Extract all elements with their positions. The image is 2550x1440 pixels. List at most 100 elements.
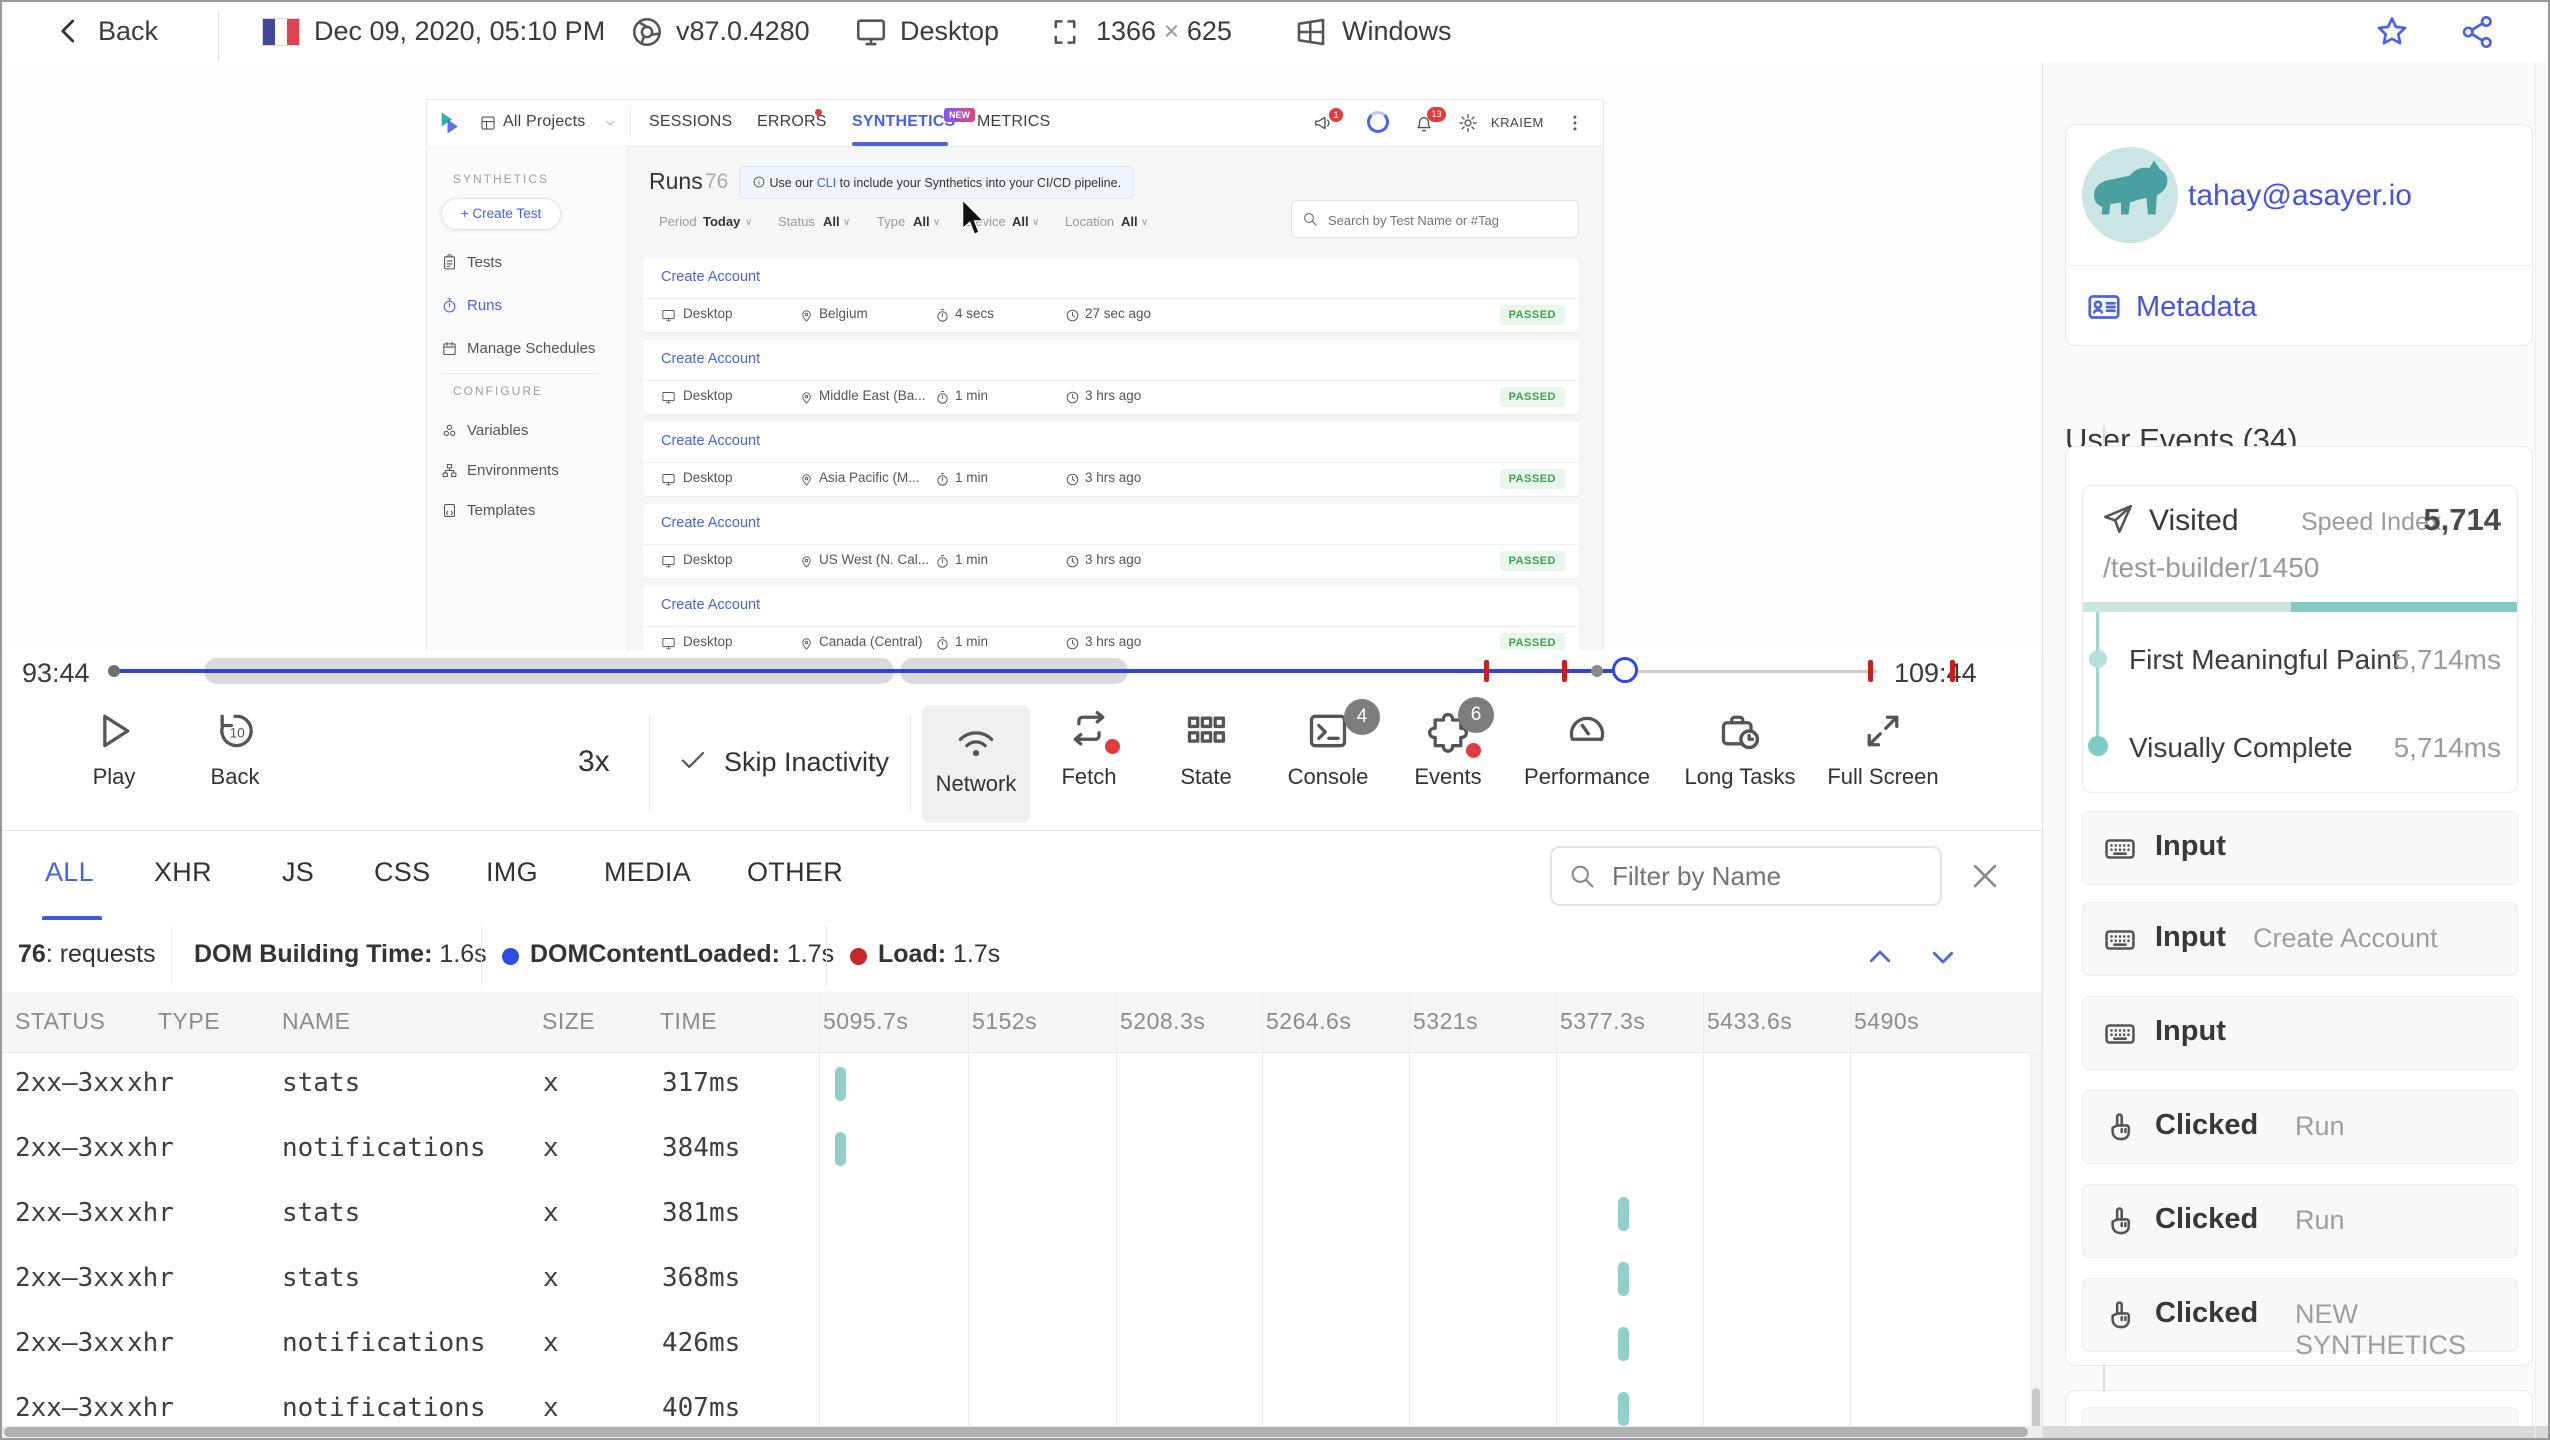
star-icon[interactable]	[2374, 14, 2410, 50]
run-name[interactable]: Create Account	[661, 433, 760, 449]
run-name[interactable]: Create Account	[661, 515, 760, 531]
user-card: tahay@asayer.io Metadata	[2065, 124, 2533, 346]
tab-other[interactable]: OTHER	[747, 857, 843, 888]
toggle-full-screen[interactable]: Full Screen	[1813, 709, 1953, 790]
visually-complete-dot	[2088, 736, 2108, 756]
event-item-input[interactable]: Input Create Account	[2082, 902, 2518, 976]
error-marker[interactable]	[1868, 660, 1873, 682]
event-item-input[interactable]: Input	[2082, 811, 2518, 885]
horizontal-scrollbar-thumb[interactable]	[4, 1427, 2028, 1437]
close-panel-icon[interactable]	[1968, 859, 2002, 893]
tab-all-active[interactable]: ALL	[45, 857, 94, 888]
table-scrollbar-thumb[interactable]	[2032, 1388, 2040, 1430]
back-button[interactable]	[54, 14, 84, 53]
banner-text-post: to include your Synthetics into your CI/…	[836, 176, 1122, 190]
skip-inactivity-toggle[interactable]	[678, 745, 708, 780]
metadata-button[interactable]: Metadata	[2136, 291, 2257, 324]
error-marker[interactable]	[1562, 660, 1567, 682]
sidebar-item-tests[interactable]: Tests	[467, 254, 502, 271]
share-icon[interactable]	[2460, 14, 2496, 50]
jump-next-icon[interactable]	[1927, 942, 1959, 972]
table-scrollbar-track[interactable]	[2030, 1052, 2042, 1430]
toggle-performance[interactable]: Performance	[1517, 709, 1657, 790]
toggle-long-tasks[interactable]: Long Tasks	[1670, 709, 1810, 790]
timeline-track-remaining[interactable]	[1626, 669, 1877, 673]
filter-box[interactable]	[1550, 846, 1942, 906]
play-button[interactable]: Play	[54, 709, 174, 790]
filter-status-value[interactable]: All	[823, 214, 840, 229]
filter-period-value[interactable]: Today	[703, 214, 740, 229]
error-marker[interactable]	[1950, 660, 1955, 682]
sidebar-item-schedules[interactable]: Manage Schedules	[467, 340, 595, 357]
network-request-row[interactable]: 2xx–3xx xhr notifications x 426ms	[2, 1312, 2042, 1377]
user-menu[interactable]: KRAIEM	[1491, 115, 1544, 130]
filter-location-value[interactable]: All	[1121, 214, 1138, 229]
app-search-input[interactable]	[1326, 202, 1570, 238]
jump-prev-icon[interactable]	[1864, 942, 1896, 972]
sidebar-item-variables[interactable]: Variables	[467, 422, 528, 439]
kebab-menu-icon[interactable]	[1565, 112, 1585, 134]
tab-sessions[interactable]: SESSIONS	[649, 113, 732, 131]
event-item-clicked[interactable]: Clicked Run	[2082, 1184, 2518, 1258]
toggle-events[interactable]: 6 Events	[1388, 697, 1508, 790]
tab-img[interactable]: IMG	[486, 857, 538, 888]
tab-css[interactable]: CSS	[374, 857, 430, 888]
run-duration: 1 min	[955, 552, 989, 567]
filter-input[interactable]	[1610, 852, 1924, 900]
skip-inactivity-label[interactable]: Skip Inactivity	[724, 747, 889, 778]
run-card[interactable]: Create Account Desktop Asia Pacific (M..…	[643, 422, 1579, 496]
req-time: 426ms	[662, 1328, 741, 1358]
req-status: 2xx–3xx	[15, 1328, 125, 1358]
toggle-state[interactable]: State	[1146, 709, 1266, 790]
event-item-clicked[interactable]: Clicked Run	[2082, 1090, 2518, 1164]
gear-icon[interactable]	[1457, 112, 1479, 134]
error-marker[interactable]	[1484, 660, 1489, 682]
sidebar-scrollbar-track[interactable]	[2535, 62, 2536, 1438]
run-name[interactable]: Create Account	[661, 597, 760, 613]
sidebar-item-environments[interactable]: Environments	[467, 462, 559, 479]
run-card[interactable]: Create Account Desktop US West (N. Cal..…	[643, 504, 1579, 578]
app-search-box[interactable]	[1291, 200, 1579, 238]
req-name: notifications	[282, 1328, 486, 1358]
tab-xhr[interactable]: XHR	[154, 857, 212, 888]
event-item-clicked[interactable]: Clicked NEW SYNTHETICS	[2082, 1278, 2518, 1360]
network-request-row[interactable]: 2xx–3xx xhr stats x 381ms	[2, 1182, 2042, 1247]
filter-device-value[interactable]: All	[1012, 214, 1029, 229]
user-email[interactable]: tahay@asayer.io	[2188, 179, 2412, 213]
network-request-row[interactable]: 2xx–3xx xhr stats x 368ms	[2, 1247, 2042, 1312]
speed-toggle[interactable]: 3x	[578, 745, 610, 779]
visited-url[interactable]: /test-builder/1450	[2103, 552, 2319, 584]
tab-synthetics-active[interactable]: SYNTHETICS	[852, 113, 955, 131]
run-name[interactable]: Create Account	[661, 351, 760, 367]
stopwatch-icon	[937, 637, 948, 650]
visited-event-card[interactable]: Visited Speed Index 5,714 /test-builder/…	[2082, 485, 2518, 793]
back-10-button[interactable]: 10 Back	[175, 709, 295, 790]
toggle-network-active[interactable]: Network	[922, 705, 1030, 823]
sidebar-item-templates[interactable]: Templates	[467, 502, 535, 519]
timeline-progress[interactable]	[113, 669, 1626, 673]
card-divider	[2066, 265, 2532, 266]
toggle-console[interactable]: 4 Console	[1268, 699, 1388, 790]
schedules-icon	[443, 341, 456, 356]
project-selector[interactable]: All Projects	[503, 113, 585, 131]
tab-media[interactable]: MEDIA	[604, 857, 691, 888]
player-controls: Play 10 Back 3x Skip Inactivity Network	[2, 697, 2042, 830]
banner-cli-link[interactable]: CLI	[817, 176, 836, 190]
run-card[interactable]: Create Account Desktop Belgium 4 secs 27…	[643, 258, 1579, 332]
run-card[interactable]: Create Account Desktop Middle East (Ba..…	[643, 340, 1579, 414]
event-item-input[interactable]: Input	[2082, 996, 2518, 1070]
toggle-fetch[interactable]: Fetch	[1029, 709, 1149, 790]
back-label[interactable]: Back	[98, 16, 158, 47]
run-name[interactable]: Create Account	[661, 269, 760, 285]
run-card[interactable]: Create Account Desktop Canada (Central) …	[643, 586, 1579, 651]
horizontal-scrollbar-track[interactable]	[2, 1426, 2042, 1438]
tab-js[interactable]: JS	[282, 857, 314, 888]
req-status: 2xx–3xx	[15, 1068, 125, 1098]
create-test-button[interactable]: + Create Test	[441, 198, 561, 230]
network-request-row[interactable]: 2xx–3xx xhr notifications x 384ms	[2, 1117, 2042, 1182]
filter-type-value[interactable]: All	[913, 214, 930, 229]
tab-metrics[interactable]: METRICS	[977, 113, 1050, 131]
sidebar-item-runs-active[interactable]: Runs	[467, 297, 502, 314]
timeline-scrubber[interactable]	[1612, 657, 1638, 683]
network-request-row[interactable]: 2xx–3xx xhr stats x 317ms	[2, 1052, 2042, 1117]
